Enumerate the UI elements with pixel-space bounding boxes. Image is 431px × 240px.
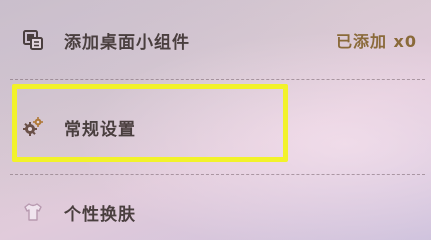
menu-item-add-widget[interactable]: 添加桌面小组件 已添加 x0 bbox=[0, 20, 431, 60]
menu-item-label: 添加桌面小组件 bbox=[64, 32, 190, 53]
menu-item-personalize-skin[interactable]: 个性换肤 bbox=[0, 192, 431, 232]
divider bbox=[10, 174, 425, 175]
divider bbox=[10, 79, 425, 80]
widget-screen-icon bbox=[22, 29, 44, 51]
shirt-icon bbox=[22, 201, 44, 223]
gear-icon bbox=[22, 116, 44, 138]
menu-item-label: 常规设置 bbox=[64, 119, 136, 140]
menu-item-general-settings[interactable]: 常规设置 bbox=[0, 104, 431, 150]
widget-added-count: 已添加 x0 bbox=[335, 32, 417, 51]
menu-item-label: 个性换肤 bbox=[64, 204, 136, 225]
